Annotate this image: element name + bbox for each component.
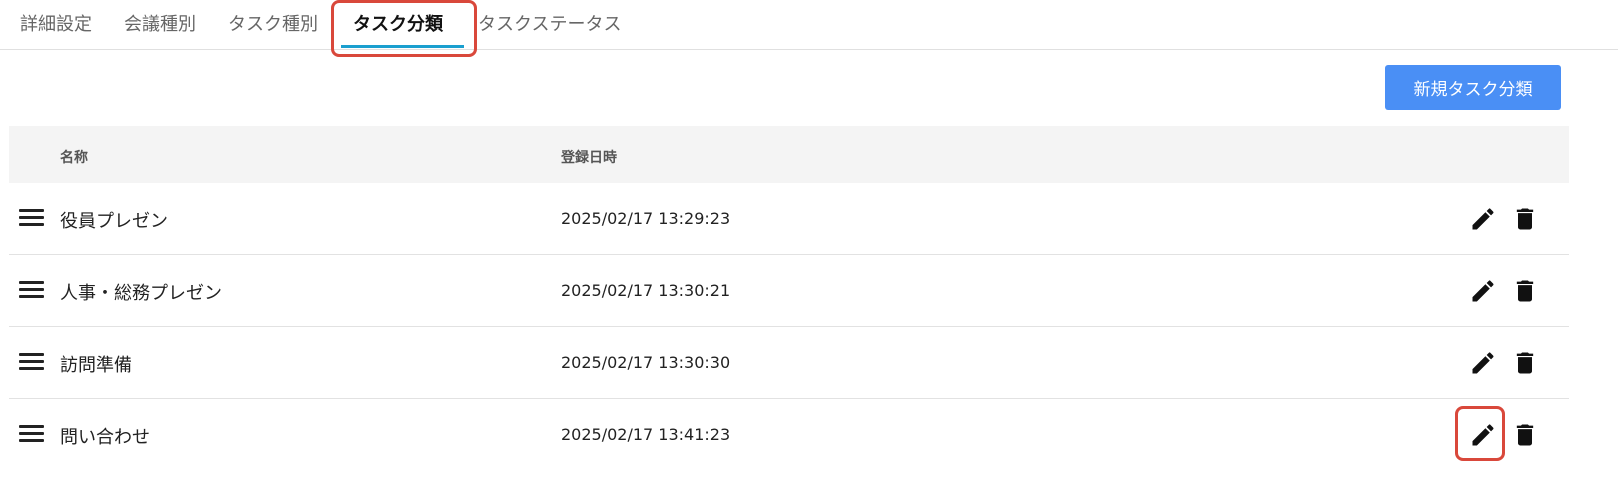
row-name: 人事・総務プレゼン xyxy=(60,283,222,304)
row-name: 問い合わせ xyxy=(60,427,150,448)
trash-icon[interactable] xyxy=(1511,421,1539,449)
row-registered-at: 2025/02/17 13:30:30 xyxy=(561,353,731,372)
drag-handle-icon[interactable] xyxy=(19,281,44,299)
row-name: 訪問準備 xyxy=(60,355,132,376)
column-header-registered-at: 登録日時 xyxy=(561,150,617,166)
table-row: 問い合わせ 2025/02/17 13:41:23 xyxy=(9,399,1569,471)
pencil-icon[interactable] xyxy=(1469,277,1497,305)
tab-bar: 詳細設定 会議種別 タスク種別 タスク分類 タスクステータス xyxy=(0,0,1618,50)
row-registered-at: 2025/02/17 13:41:23 xyxy=(561,425,731,444)
tab-task-type[interactable]: タスク種別 xyxy=(228,10,318,36)
table-header: 名称 登録日時 xyxy=(9,126,1569,183)
column-header-name: 名称 xyxy=(60,150,88,166)
tab-task-category[interactable]: タスク分類 xyxy=(353,10,443,36)
row-registered-at: 2025/02/17 13:30:21 xyxy=(561,281,731,300)
table-row: 役員プレゼン 2025/02/17 13:29:23 xyxy=(9,183,1569,255)
row-name: 役員プレゼン xyxy=(60,211,168,232)
tab-meeting-type[interactable]: 会議種別 xyxy=(124,10,196,36)
pencil-icon[interactable] xyxy=(1469,349,1497,377)
trash-icon[interactable] xyxy=(1511,349,1539,377)
row-registered-at: 2025/02/17 13:29:23 xyxy=(561,209,731,228)
tab-advanced-settings[interactable]: 詳細設定 xyxy=(20,10,92,36)
pencil-icon[interactable] xyxy=(1469,205,1497,233)
drag-handle-icon[interactable] xyxy=(19,209,44,227)
drag-handle-icon[interactable] xyxy=(19,425,44,443)
active-tab-indicator xyxy=(341,45,464,48)
trash-icon[interactable] xyxy=(1511,277,1539,305)
pencil-icon[interactable] xyxy=(1469,421,1497,449)
new-task-category-button[interactable]: 新規タスク分類 xyxy=(1385,65,1561,110)
tab-task-status[interactable]: タスクステータス xyxy=(478,10,621,36)
table-row: 人事・総務プレゼン 2025/02/17 13:30:21 xyxy=(9,255,1569,327)
drag-handle-icon[interactable] xyxy=(19,353,44,371)
table-row: 訪問準備 2025/02/17 13:30:30 xyxy=(9,327,1569,399)
trash-icon[interactable] xyxy=(1511,205,1539,233)
